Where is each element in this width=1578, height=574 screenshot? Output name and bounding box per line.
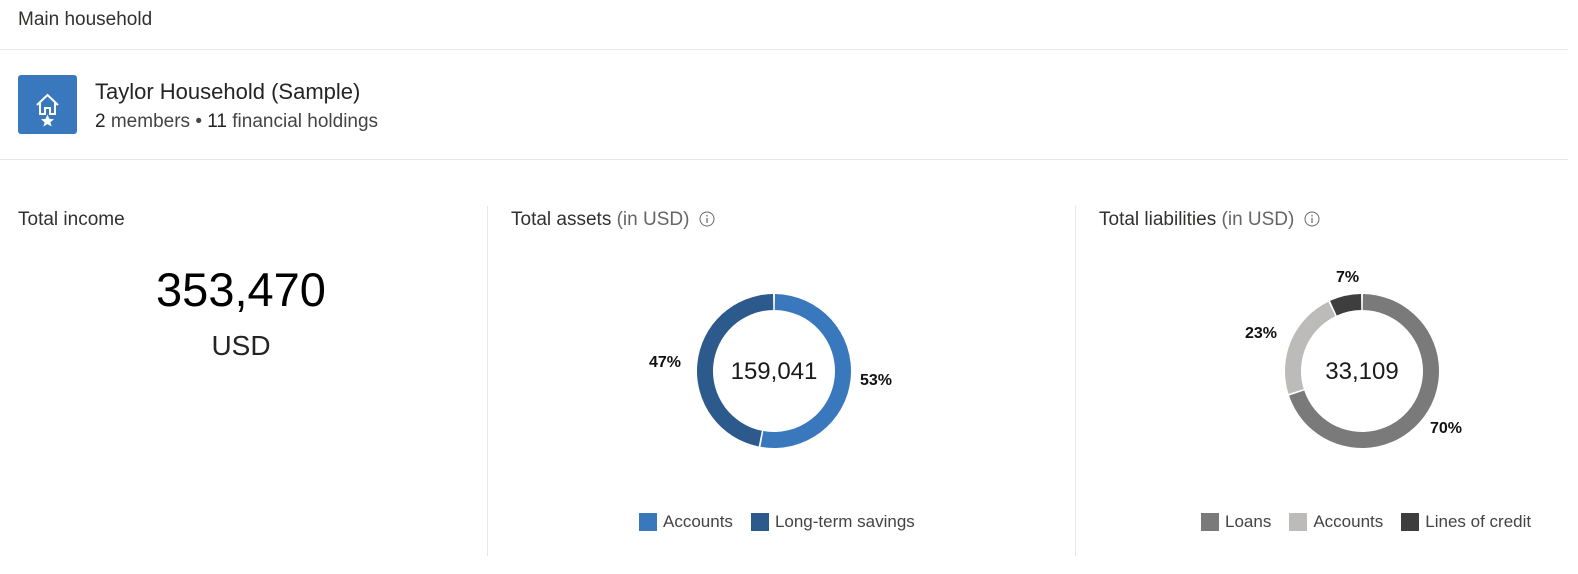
legend-item-accounts[interactable]: Accounts xyxy=(639,512,733,532)
assets-donut-chart[interactable]: 159,041 xyxy=(694,291,854,451)
assets-title: Total assets (in USD) xyxy=(511,209,715,231)
legend-swatch xyxy=(1401,513,1420,531)
assets-title-text: Total assets xyxy=(511,209,612,230)
household-meta: 2 members • 11 financial holdings xyxy=(95,111,378,133)
legend-swatch xyxy=(1289,513,1308,531)
assets-unit: (in USD) xyxy=(616,209,690,230)
info-icon[interactable] xyxy=(699,211,715,227)
income-title: Total income xyxy=(18,209,125,230)
panel-divider xyxy=(1075,206,1076,556)
liabilities-title: Total liabilities (in USD) xyxy=(1099,209,1320,231)
household-name[interactable]: Taylor Household (Sample) xyxy=(95,79,360,105)
liabilities-donut-chart[interactable]: 33,109 xyxy=(1282,291,1442,451)
legend-label: Accounts xyxy=(1313,512,1384,531)
liabilities-slice-label-loans: 70% xyxy=(1430,420,1463,437)
members-count: 2 xyxy=(95,111,106,132)
assets-slice-label-long-term-savings: 47% xyxy=(649,354,682,371)
liabilities-slice-lines-of-credit[interactable] xyxy=(1330,294,1362,316)
income-value: 353,470 xyxy=(156,263,326,316)
info-icon[interactable] xyxy=(1304,211,1320,227)
meta-separator: • xyxy=(195,111,202,132)
holdings-count: 11 xyxy=(207,111,227,132)
holdings-label: financial holdings xyxy=(232,111,379,132)
liabilities-slice-label-accounts: 23% xyxy=(1245,325,1278,342)
legend-item-loans[interactable]: Loans xyxy=(1201,512,1271,532)
members-label: members xyxy=(110,111,191,132)
summary-divider xyxy=(0,159,1568,160)
assets-legend: Accounts Long-term savings xyxy=(639,512,915,532)
liabilities-total: 33,109 xyxy=(1325,358,1398,385)
legend-item-accounts[interactable]: Accounts xyxy=(1289,512,1383,532)
legend-item-long-term-savings[interactable]: Long-term savings xyxy=(750,512,915,532)
section-title: Main household xyxy=(18,9,153,30)
legend-swatch xyxy=(639,513,657,531)
legend-label: Long-term savings xyxy=(774,512,915,531)
legend-label: Lines of credit xyxy=(1425,512,1532,531)
legend-swatch xyxy=(750,513,769,531)
liabilities-legend: Loans Accounts Lines of credit xyxy=(1201,512,1531,532)
legend-swatch xyxy=(1201,513,1219,531)
legend-label: Accounts xyxy=(663,512,733,531)
legend-label: Loans xyxy=(1225,512,1272,531)
panel-divider xyxy=(487,206,488,556)
income-unit: USD xyxy=(211,330,271,361)
liabilities-unit: (in USD) xyxy=(1221,209,1295,230)
legend-item-lines-of-credit[interactable]: Lines of credit xyxy=(1401,512,1531,532)
liabilities-title-text: Total liabilities xyxy=(1099,209,1217,230)
header-divider xyxy=(0,49,1568,50)
liabilities-slice-label-lines-of-credit: 7% xyxy=(1336,269,1360,286)
assets-slice-label-accounts: 53% xyxy=(860,372,893,389)
house-star-icon xyxy=(18,75,77,134)
assets-total: 159,041 xyxy=(731,358,818,385)
